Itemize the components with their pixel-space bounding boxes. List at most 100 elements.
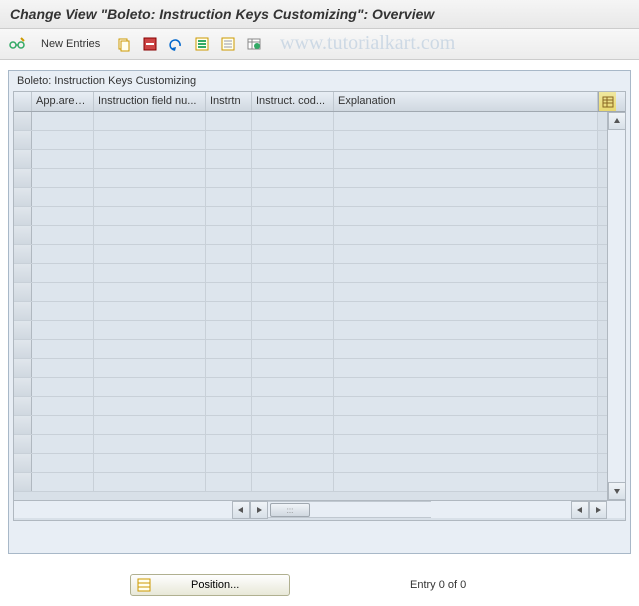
cell[interactable] — [32, 397, 94, 415]
row-selector[interactable] — [14, 340, 32, 358]
cell[interactable] — [334, 188, 598, 206]
new-entries-button[interactable]: New Entries — [32, 35, 109, 53]
cell[interactable] — [252, 283, 334, 301]
cell[interactable] — [206, 150, 252, 168]
cell[interactable] — [32, 302, 94, 320]
row-selector[interactable] — [14, 131, 32, 149]
position-button[interactable]: Position... — [130, 574, 290, 596]
column-header-instrtn[interactable]: Instrtn — [206, 92, 252, 111]
cell[interactable] — [206, 378, 252, 396]
cell[interactable] — [334, 150, 598, 168]
scroll-right-button-2[interactable] — [589, 501, 607, 519]
cell[interactable] — [94, 264, 206, 282]
cell[interactable] — [32, 150, 94, 168]
cell[interactable] — [32, 226, 94, 244]
row-selector[interactable] — [14, 264, 32, 282]
cell[interactable] — [334, 207, 598, 225]
cell[interactable] — [32, 340, 94, 358]
scroll-up-button[interactable] — [608, 112, 626, 130]
cell[interactable] — [252, 397, 334, 415]
cell[interactable] — [334, 359, 598, 377]
cell[interactable] — [94, 416, 206, 434]
column-header-instruct-code[interactable]: Instruct. cod... — [252, 92, 334, 111]
cell[interactable] — [32, 188, 94, 206]
cell[interactable] — [206, 188, 252, 206]
cell[interactable] — [252, 264, 334, 282]
cell[interactable] — [94, 397, 206, 415]
cell[interactable] — [32, 454, 94, 472]
row-selector[interactable] — [14, 435, 32, 453]
scroll-right-button[interactable] — [250, 501, 268, 519]
cell[interactable] — [252, 207, 334, 225]
column-header-explanation[interactable]: Explanation — [334, 92, 598, 111]
cell[interactable] — [94, 340, 206, 358]
cell[interactable] — [334, 397, 598, 415]
undo-button[interactable] — [165, 33, 187, 55]
cell[interactable] — [206, 169, 252, 187]
cell[interactable] — [206, 321, 252, 339]
row-selector[interactable] — [14, 188, 32, 206]
cell[interactable] — [334, 435, 598, 453]
cell[interactable] — [334, 454, 598, 472]
cell[interactable] — [206, 245, 252, 263]
cell[interactable] — [252, 226, 334, 244]
cell[interactable] — [32, 321, 94, 339]
row-selector[interactable] — [14, 378, 32, 396]
cell[interactable] — [94, 131, 206, 149]
cell[interactable] — [252, 473, 334, 491]
cell[interactable] — [94, 226, 206, 244]
cell[interactable] — [334, 112, 598, 130]
row-selector[interactable] — [14, 226, 32, 244]
scroll-down-button[interactable] — [608, 482, 626, 500]
cell[interactable] — [206, 264, 252, 282]
cell[interactable] — [334, 264, 598, 282]
row-selector[interactable] — [14, 416, 32, 434]
cell[interactable] — [206, 416, 252, 434]
cell[interactable] — [206, 131, 252, 149]
row-selector[interactable] — [14, 302, 32, 320]
cell[interactable] — [206, 359, 252, 377]
cell[interactable] — [32, 435, 94, 453]
cell[interactable] — [32, 245, 94, 263]
hscroll-thumb[interactable]: ::: — [270, 503, 310, 517]
cell[interactable] — [252, 131, 334, 149]
cell[interactable] — [334, 131, 598, 149]
row-selector[interactable] — [14, 207, 32, 225]
cell[interactable] — [334, 321, 598, 339]
cell[interactable] — [206, 112, 252, 130]
cell[interactable] — [32, 112, 94, 130]
row-selector[interactable] — [14, 283, 32, 301]
row-selector[interactable] — [14, 245, 32, 263]
scroll-left-button-2[interactable] — [571, 501, 589, 519]
cell[interactable] — [94, 207, 206, 225]
cell[interactable] — [206, 340, 252, 358]
cell[interactable] — [94, 150, 206, 168]
cell[interactable] — [206, 226, 252, 244]
cell[interactable] — [94, 454, 206, 472]
scroll-left-button[interactable] — [232, 501, 250, 519]
cell[interactable] — [252, 340, 334, 358]
delete-button[interactable] — [139, 33, 161, 55]
cell[interactable] — [252, 302, 334, 320]
cell[interactable] — [334, 340, 598, 358]
deselect-all-button[interactable] — [217, 33, 239, 55]
row-selector[interactable] — [14, 359, 32, 377]
cell[interactable] — [334, 416, 598, 434]
cell[interactable] — [206, 435, 252, 453]
vertical-scrollbar[interactable] — [607, 112, 625, 500]
row-selector-header[interactable] — [14, 92, 32, 111]
row-selector[interactable] — [14, 321, 32, 339]
cell[interactable] — [252, 378, 334, 396]
toggle-display-change-button[interactable] — [6, 33, 28, 55]
cell[interactable] — [206, 283, 252, 301]
row-selector[interactable] — [14, 397, 32, 415]
cell[interactable] — [32, 416, 94, 434]
cell[interactable] — [252, 416, 334, 434]
cell[interactable] — [252, 321, 334, 339]
cell[interactable] — [252, 188, 334, 206]
hscroll-track[interactable]: ::: — [268, 501, 431, 518]
cell[interactable] — [252, 435, 334, 453]
cell[interactable] — [334, 378, 598, 396]
cell[interactable] — [32, 264, 94, 282]
cell[interactable] — [206, 454, 252, 472]
